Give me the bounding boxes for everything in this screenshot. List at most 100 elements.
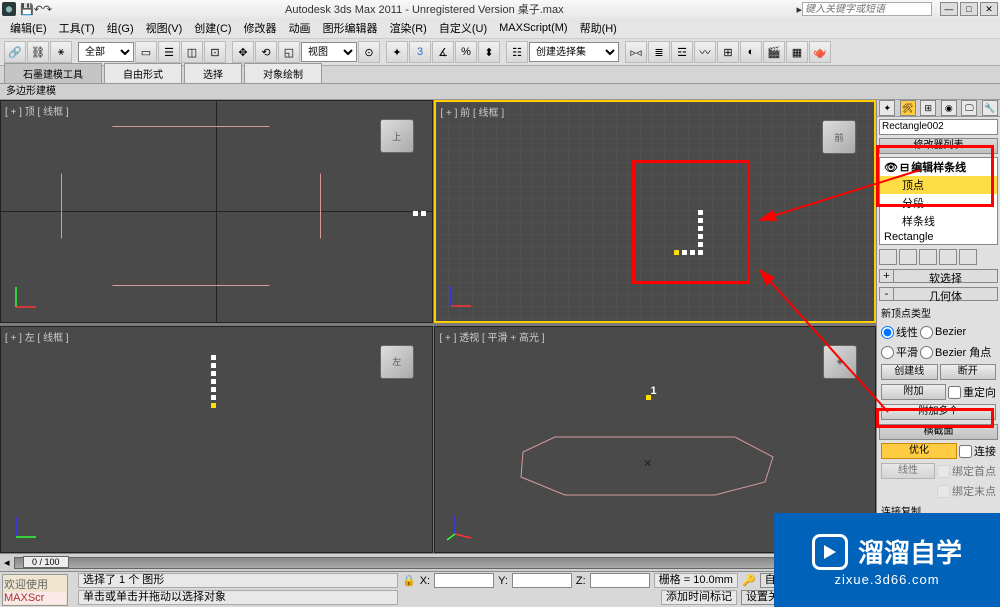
tab-motion-icon[interactable]: ◉: [941, 100, 957, 116]
show-result-icon[interactable]: [899, 249, 917, 265]
key-icon[interactable]: 🔑: [742, 574, 756, 587]
btn-attach[interactable]: 附加: [881, 384, 946, 400]
viewport-top[interactable]: [ + ] 顶 [ 线框 ] 上: [0, 100, 433, 323]
help-search-input[interactable]: [802, 2, 932, 16]
select-name-icon[interactable]: ☰: [158, 41, 180, 63]
viewcube-top[interactable]: 上: [380, 119, 414, 153]
chk-connect[interactable]: 连接: [959, 443, 996, 459]
tab-freeform[interactable]: 自由形式: [104, 63, 182, 83]
menu-modifiers[interactable]: 修改器: [238, 18, 283, 38]
btn-attach-mult[interactable]: 附加多个: [881, 404, 996, 420]
viewport-left[interactable]: [ + ] 左 [ 线框 ] 左: [0, 326, 433, 553]
angle-snap-icon[interactable]: ∡: [432, 41, 454, 63]
menu-grapheditors[interactable]: 图形编辑器: [317, 18, 384, 38]
schematic-icon[interactable]: ⊞: [717, 41, 739, 63]
lock-icon[interactable]: 🔒: [402, 574, 416, 587]
menu-render[interactable]: 渲染(R): [384, 18, 433, 38]
tab-graphite[interactable]: 石墨建模工具: [4, 63, 102, 83]
move-icon[interactable]: ✥: [232, 41, 254, 63]
rollout-geometry[interactable]: -几何体: [879, 287, 998, 301]
pin-stack-icon[interactable]: [879, 249, 897, 265]
radio-smooth[interactable]: 平滑: [881, 344, 918, 360]
named-selection-dropdown[interactable]: 创建选择集: [529, 42, 619, 62]
viewcube-front[interactable]: 前: [822, 120, 856, 154]
tab-selection[interactable]: 选择: [184, 63, 242, 83]
coord-x-input[interactable]: [434, 573, 494, 588]
btn-optimize[interactable]: 优化: [881, 443, 957, 459]
menu-edit[interactable]: 编辑(E): [4, 18, 53, 38]
menu-customize[interactable]: 自定义(U): [433, 18, 493, 38]
spinner-snap-icon[interactable]: ⬍: [478, 41, 500, 63]
tab-create-icon[interactable]: ✦: [879, 100, 895, 116]
maximize-button[interactable]: □: [960, 2, 978, 16]
link-icon[interactable]: 🔗: [4, 41, 26, 63]
btn-create-line[interactable]: 创建线: [881, 364, 938, 380]
quick-save-icon[interactable]: 💾: [20, 3, 34, 16]
menu-view[interactable]: 视图(V): [140, 18, 189, 38]
close-button[interactable]: ✕: [980, 2, 998, 16]
add-time-tag[interactable]: 添加时间标记: [661, 590, 737, 605]
selection-filter-dropdown[interactable]: 全部: [78, 42, 134, 62]
pivot-icon[interactable]: ⊙: [358, 41, 380, 63]
named-sel-icon[interactable]: ☷: [506, 41, 528, 63]
viewport-left-label[interactable]: [ + ] 左 [ 线框 ]: [5, 329, 69, 344]
menu-group[interactable]: 组(G): [101, 18, 140, 38]
expand-icon[interactable]: ⊟: [900, 161, 909, 174]
refcoord-dropdown[interactable]: 视图: [301, 42, 357, 62]
tab-modify-icon[interactable]: 🛠: [900, 100, 916, 116]
tab-paint[interactable]: 对象绘制: [244, 63, 322, 83]
radio-linear[interactable]: 线性: [881, 324, 918, 340]
btn-break[interactable]: 断开: [940, 364, 997, 380]
select-icon[interactable]: ▭: [135, 41, 157, 63]
maxscript-listener[interactable]: 欢迎使用 MAXScr: [2, 574, 68, 606]
redo-icon[interactable]: ↷: [43, 3, 52, 16]
material-editor-icon[interactable]: ◐: [740, 41, 762, 63]
layers-icon[interactable]: ☲: [671, 41, 693, 63]
curve-editor-icon[interactable]: 〰: [694, 41, 716, 63]
menu-help[interactable]: 帮助(H): [574, 18, 623, 38]
remove-mod-icon[interactable]: [939, 249, 957, 265]
subobj-vertex[interactable]: 顶点: [880, 176, 997, 194]
window-crossing-icon[interactable]: ⊡: [204, 41, 226, 63]
render-frame-icon[interactable]: ▦: [786, 41, 808, 63]
render-icon[interactable]: 🫖: [809, 41, 831, 63]
viewcube-left[interactable]: 左: [380, 345, 414, 379]
modifier-stack[interactable]: 👁 ⊟ 编辑样条线 顶点 分段 样条线 Rectangle: [879, 157, 998, 245]
subobj-segment[interactable]: 分段: [880, 194, 997, 212]
rotate-icon[interactable]: ⟲: [255, 41, 277, 63]
percent-snap-icon[interactable]: %: [455, 41, 477, 63]
bind-icon[interactable]: ⚹: [50, 41, 72, 63]
render-setup-icon[interactable]: 🎬: [763, 41, 785, 63]
mirror-icon[interactable]: ▹◃: [625, 41, 647, 63]
viewport-front[interactable]: [ + ] 前 [ 线框 ] 前: [434, 100, 876, 323]
object-name-field[interactable]: Rectangle002: [879, 119, 998, 135]
time-marker[interactable]: 0 / 100: [23, 556, 69, 568]
radio-beziercorner[interactable]: Bezier 角点: [920, 344, 991, 360]
scale-icon[interactable]: ◱: [278, 41, 300, 63]
viewport-persp-label[interactable]: [ + ] 透视 [ 平滑 + 高光 ]: [439, 329, 544, 344]
viewport-top-label[interactable]: [ + ] 顶 [ 线框 ]: [5, 103, 69, 118]
select-region-icon[interactable]: ◫: [181, 41, 203, 63]
tab-display-icon[interactable]: 🖵: [961, 100, 977, 116]
menu-create[interactable]: 创建(C): [188, 18, 237, 38]
rollout-softsel[interactable]: +软选择: [879, 269, 998, 283]
menu-maxscript[interactable]: MAXScript(M): [493, 20, 573, 36]
configure-icon[interactable]: [959, 249, 977, 265]
menu-animation[interactable]: 动画: [283, 18, 317, 38]
tab-utilities-icon[interactable]: 🔧: [982, 100, 998, 116]
mod-edit-spline[interactable]: 👁 ⊟ 编辑样条线: [880, 158, 997, 176]
coord-z-input[interactable]: [590, 573, 650, 588]
mod-base-rectangle[interactable]: Rectangle: [880, 230, 997, 244]
unlink-icon[interactable]: ⛓: [27, 41, 49, 63]
viewport-front-label[interactable]: [ + ] 前 [ 线框 ]: [440, 104, 504, 119]
chk-reorient[interactable]: 重定向: [948, 384, 996, 400]
menu-tools[interactable]: 工具(T): [53, 18, 101, 38]
tab-hierarchy-icon[interactable]: ⊞: [920, 100, 936, 116]
radio-bezier[interactable]: Bezier: [920, 326, 966, 339]
undo-icon[interactable]: ↶: [34, 3, 43, 16]
coord-y-input[interactable]: [512, 573, 572, 588]
manipulate-icon[interactable]: ✦: [386, 41, 408, 63]
align-icon[interactable]: ≣: [648, 41, 670, 63]
subobj-spline[interactable]: 样条线: [880, 212, 997, 230]
make-unique-icon[interactable]: [919, 249, 937, 265]
